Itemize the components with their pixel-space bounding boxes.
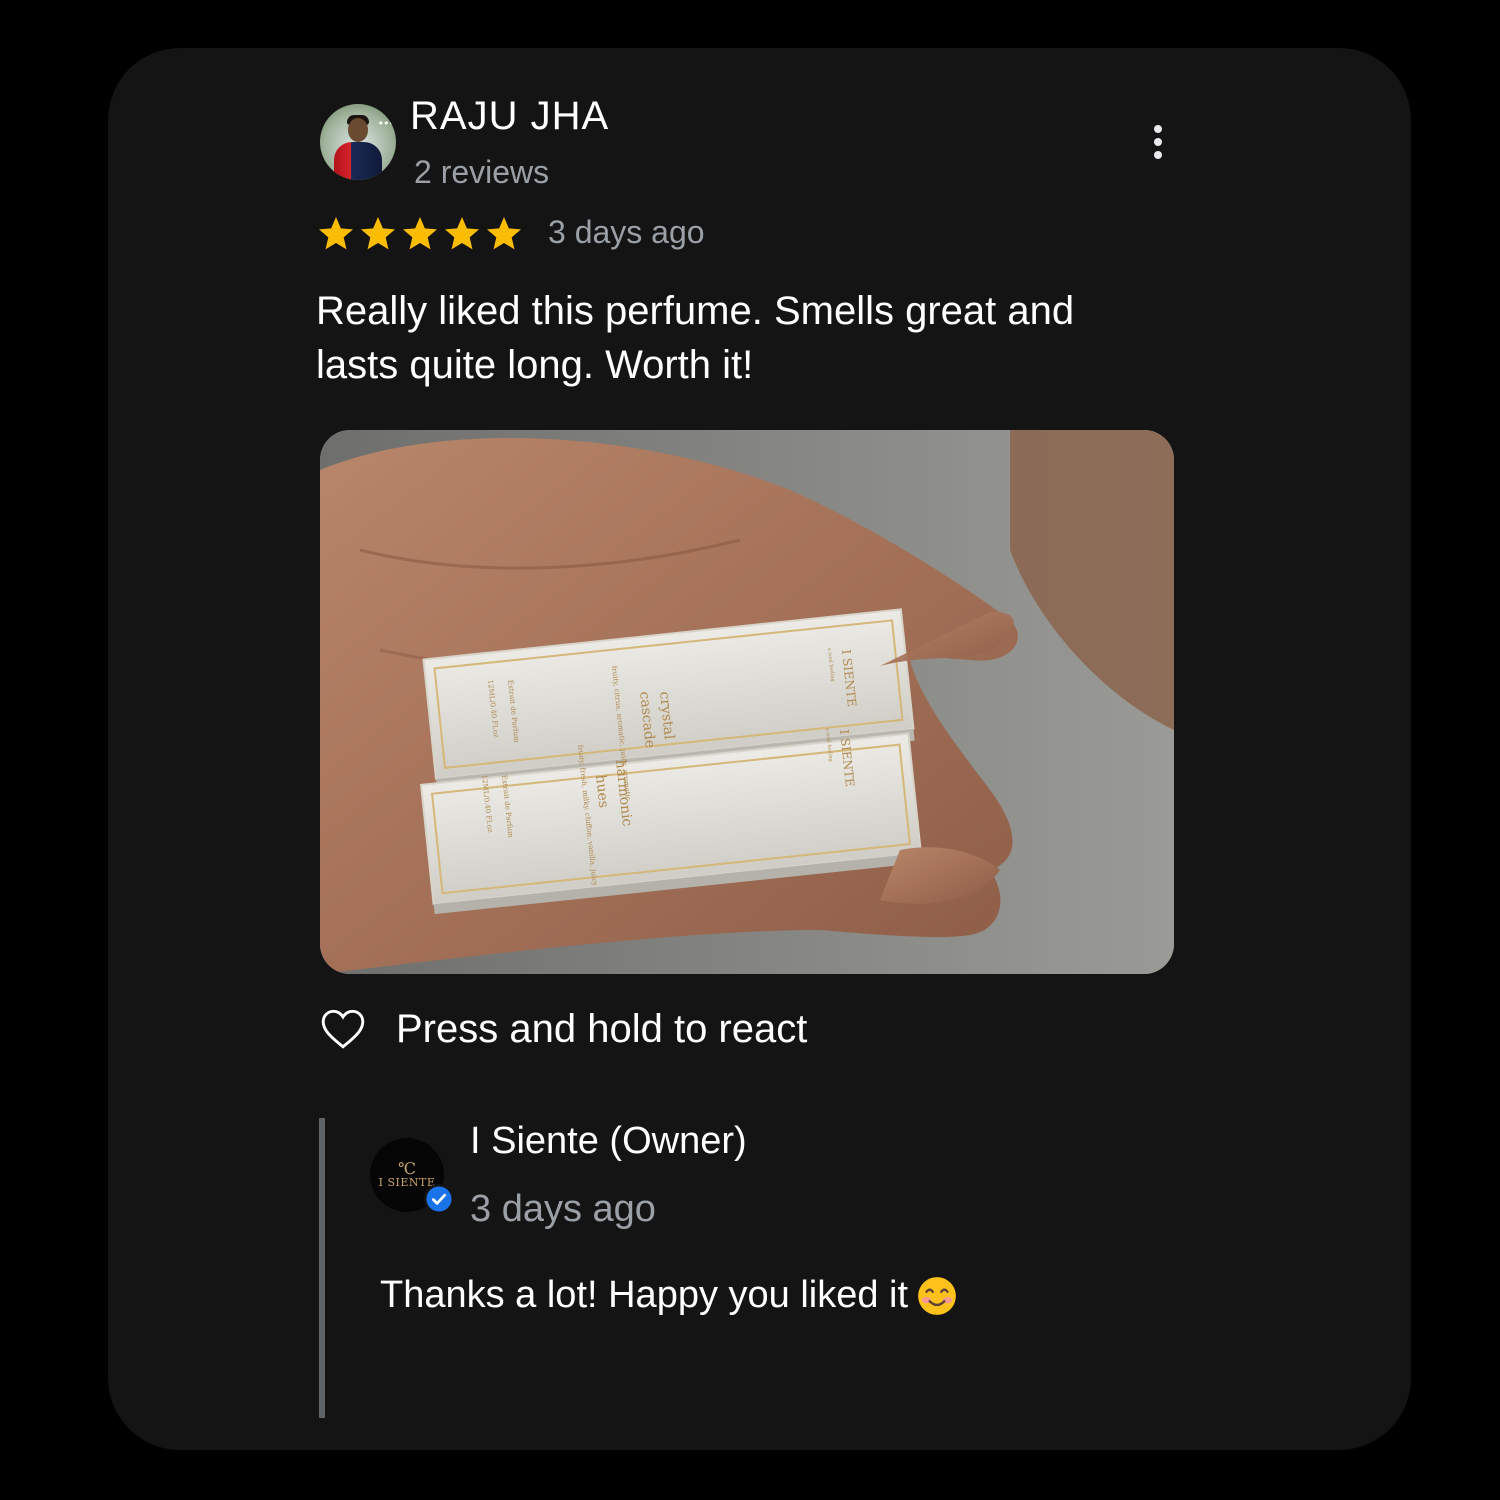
star-icon — [403, 217, 437, 250]
owner-name: I Siente (Owner) — [470, 1120, 747, 1162]
star-icon — [445, 217, 479, 250]
review-text: Really liked this perfume. Smells great … — [316, 289, 1075, 387]
verified-check-icon — [424, 1184, 454, 1214]
react-control[interactable]: Press and hold to react — [318, 1004, 807, 1054]
reviewer-name[interactable]: RAJU JHA — [410, 94, 609, 139]
more-options-button[interactable] — [1136, 118, 1180, 166]
avatar-head — [348, 118, 368, 142]
react-label: Press and hold to react — [396, 1006, 808, 1051]
review-count: 2 reviews — [414, 154, 550, 190]
avatar-shirt — [334, 142, 382, 180]
menu-dot — [1154, 151, 1162, 159]
reviewer-avatar[interactable]: ••• — [320, 104, 396, 180]
avatar-badge-dots: ••• — [377, 117, 395, 130]
star-icon — [361, 217, 395, 250]
menu-dot — [1154, 125, 1162, 133]
owner-reply-text: Thanks a lot! Happy you liked it — [380, 1274, 909, 1316]
owner-reply-date: 3 days ago — [470, 1188, 656, 1230]
smiling-face-emoji-icon — [918, 1276, 956, 1315]
star-icon — [319, 217, 353, 250]
reply-thread-line — [319, 1118, 325, 1418]
owner-reply: Thanks a lot! Happy you liked it — [380, 1274, 958, 1317]
review-date: 3 days ago — [548, 214, 705, 250]
heart-outline-icon[interactable] — [318, 1004, 368, 1054]
star-icon — [487, 217, 521, 250]
review-photo[interactable]: crystal cascade I SIENTE fruity, citrus,… — [320, 430, 1174, 974]
owner-logo-mark: ℃ — [398, 1158, 416, 1178]
photo-illustration: crystal cascade I SIENTE fruity, citrus,… — [320, 430, 1174, 974]
menu-dot — [1154, 138, 1162, 146]
star-rating — [316, 214, 524, 254]
